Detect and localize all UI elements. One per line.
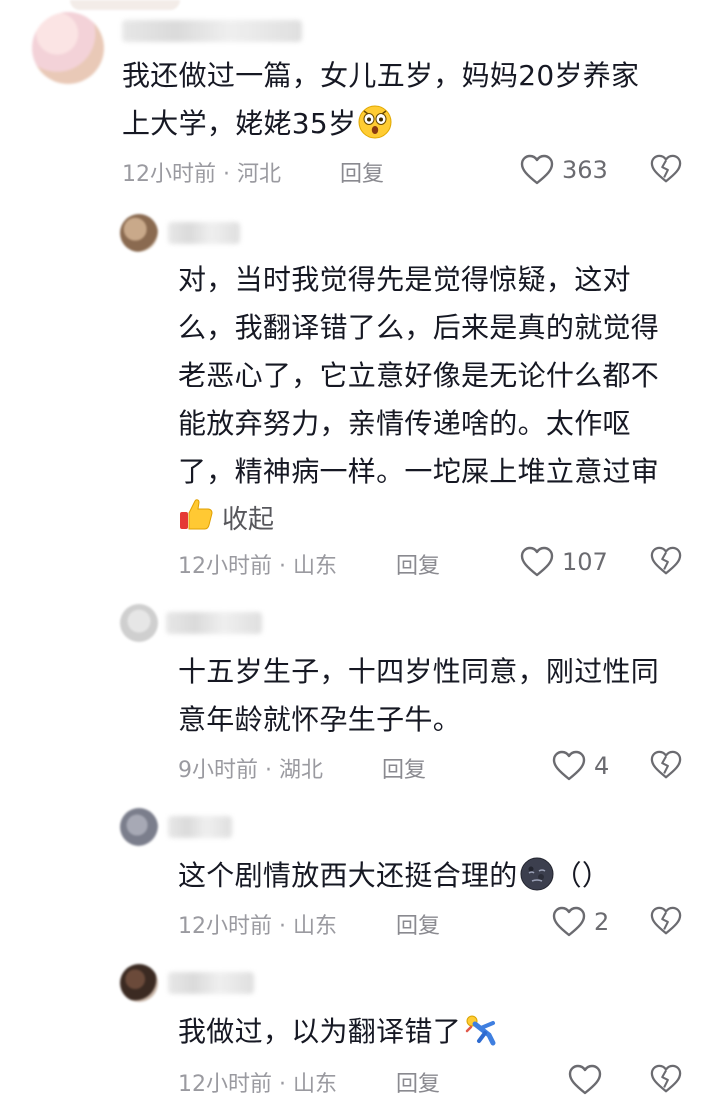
like-button[interactable]: 2 <box>552 904 609 940</box>
dislike-button[interactable] <box>650 545 682 577</box>
dislike-button[interactable] <box>650 153 682 185</box>
avatar[interactable] <box>120 214 158 252</box>
username-blurred[interactable] <box>122 20 302 42</box>
reply-button[interactable]: 回复 <box>396 1066 440 1098</box>
comment-text: 这个剧情放西大还挺合理的 （） <box>178 857 611 892</box>
like-count: 4 <box>594 752 610 780</box>
heart-icon <box>520 546 554 577</box>
reply-button[interactable]: 回复 <box>396 908 440 940</box>
reply-button[interactable]: 回复 <box>396 548 440 580</box>
avatar[interactable] <box>120 808 158 846</box>
like-count: 363 <box>562 156 608 184</box>
comment-text: 对，当时我觉得先是觉得惊疑，这对 么，我翻译错了么，后来是真的就觉得 老恶心了，它立… <box>178 263 660 488</box>
collapse-toggle[interactable]: 收起 <box>178 496 274 539</box>
username-blurred[interactable] <box>166 612 262 634</box>
astonished-face-emoji <box>358 105 392 139</box>
broken-heart-icon <box>650 546 682 575</box>
heart-icon <box>568 1064 602 1095</box>
person-falling-emoji <box>463 1013 497 1047</box>
like-button[interactable]: 363 <box>520 152 608 188</box>
username-blurred[interactable] <box>168 222 240 244</box>
username-blurred[interactable] <box>168 972 254 994</box>
previous-avatar-edge <box>70 0 180 10</box>
dislike-button[interactable] <box>650 1063 682 1095</box>
like-count: 2 <box>594 908 610 936</box>
reply-button[interactable]: 回复 <box>340 156 384 188</box>
comment-text: 我还做过一篇，女儿五岁，妈妈20岁养家 上大学，姥姥35岁 <box>122 59 640 140</box>
comment-meta: 12小时前 · 山东 <box>178 914 338 939</box>
comment-meta: 12小时前 · 山东 <box>178 554 338 579</box>
broken-heart-icon <box>650 750 682 779</box>
comment-meta: 12小时前 · 山东 <box>178 1072 338 1097</box>
heart-icon <box>552 906 586 937</box>
avatar[interactable] <box>120 964 158 1002</box>
like-count: 107 <box>562 548 608 576</box>
like-button[interactable]: 4 <box>552 748 609 784</box>
username-blurred[interactable] <box>168 816 232 838</box>
dislike-button[interactable] <box>650 749 682 781</box>
new-moon-face-emoji <box>520 857 554 891</box>
broken-heart-icon <box>650 154 682 183</box>
comment-text: 我做过，以为翻译错了 <box>178 1008 497 1056</box>
heart-icon <box>520 154 554 185</box>
dislike-button[interactable] <box>650 905 682 937</box>
comment-text: 十五岁生子，十四岁性同意，刚过性同 意年龄就怀孕生子牛。 <box>178 655 660 736</box>
comment-meta: 12小时前 · 河北 <box>122 162 282 187</box>
comment-meta: 9小时前 · 湖北 <box>178 758 324 783</box>
thumbs-up-emoji <box>178 496 214 539</box>
broken-heart-icon <box>650 1064 682 1093</box>
avatar[interactable] <box>120 604 158 642</box>
broken-heart-icon <box>650 906 682 935</box>
heart-icon <box>552 750 586 781</box>
reply-button[interactable]: 回复 <box>382 752 426 784</box>
like-button[interactable] <box>568 1062 610 1098</box>
like-button[interactable]: 107 <box>520 544 608 580</box>
avatar[interactable] <box>32 12 104 84</box>
